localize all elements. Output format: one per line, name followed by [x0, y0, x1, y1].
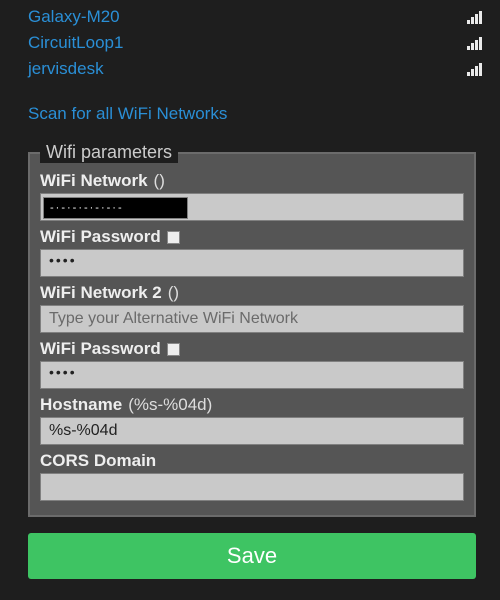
hostname-label: Hostname (%s-%04d): [40, 395, 464, 415]
show-password-2-checkbox[interactable]: [167, 343, 180, 356]
wifi-network-name[interactable]: Galaxy-M20: [28, 7, 120, 27]
signal-strength-icon: [467, 10, 482, 24]
cors-input[interactable]: [40, 473, 464, 501]
scan-networks-link[interactable]: Scan for all WiFi Networks: [28, 104, 482, 124]
cors-label: CORS Domain: [40, 451, 464, 471]
signal-strength-icon: [467, 62, 482, 76]
wifi-parameters-fieldset: Wifi parameters WiFi Network () WiFi Pas…: [28, 142, 476, 517]
pass1-label: WiFi Password: [40, 227, 464, 247]
signal-strength-icon: [467, 36, 482, 50]
fieldset-legend: Wifi parameters: [40, 142, 178, 163]
pass2-label: WiFi Password: [40, 339, 464, 359]
hostname-input[interactable]: [40, 417, 464, 445]
save-button[interactable]: Save: [28, 533, 476, 579]
wifi-network-name[interactable]: jervisdesk: [28, 59, 104, 79]
wifi-network-name[interactable]: CircuitLoop1: [28, 33, 123, 53]
wifi-network-list: Galaxy-M20 CircuitLoop1 jervisdesk: [28, 0, 482, 82]
pass2-input[interactable]: ••••: [40, 361, 464, 389]
wifi-network-item[interactable]: Galaxy-M20: [28, 4, 482, 30]
pass1-input[interactable]: ••••: [40, 249, 464, 277]
ssid1-label: WiFi Network (): [40, 171, 464, 191]
ssid1-input[interactable]: [43, 197, 188, 219]
wifi-network-item[interactable]: CircuitLoop1: [28, 30, 482, 56]
wifi-network-item[interactable]: jervisdesk: [28, 56, 482, 82]
ssid2-label: WiFi Network 2 (): [40, 283, 464, 303]
ssid2-input[interactable]: [40, 305, 464, 333]
show-password-1-checkbox[interactable]: [167, 231, 180, 244]
ssid1-input-wrap[interactable]: [40, 193, 464, 221]
